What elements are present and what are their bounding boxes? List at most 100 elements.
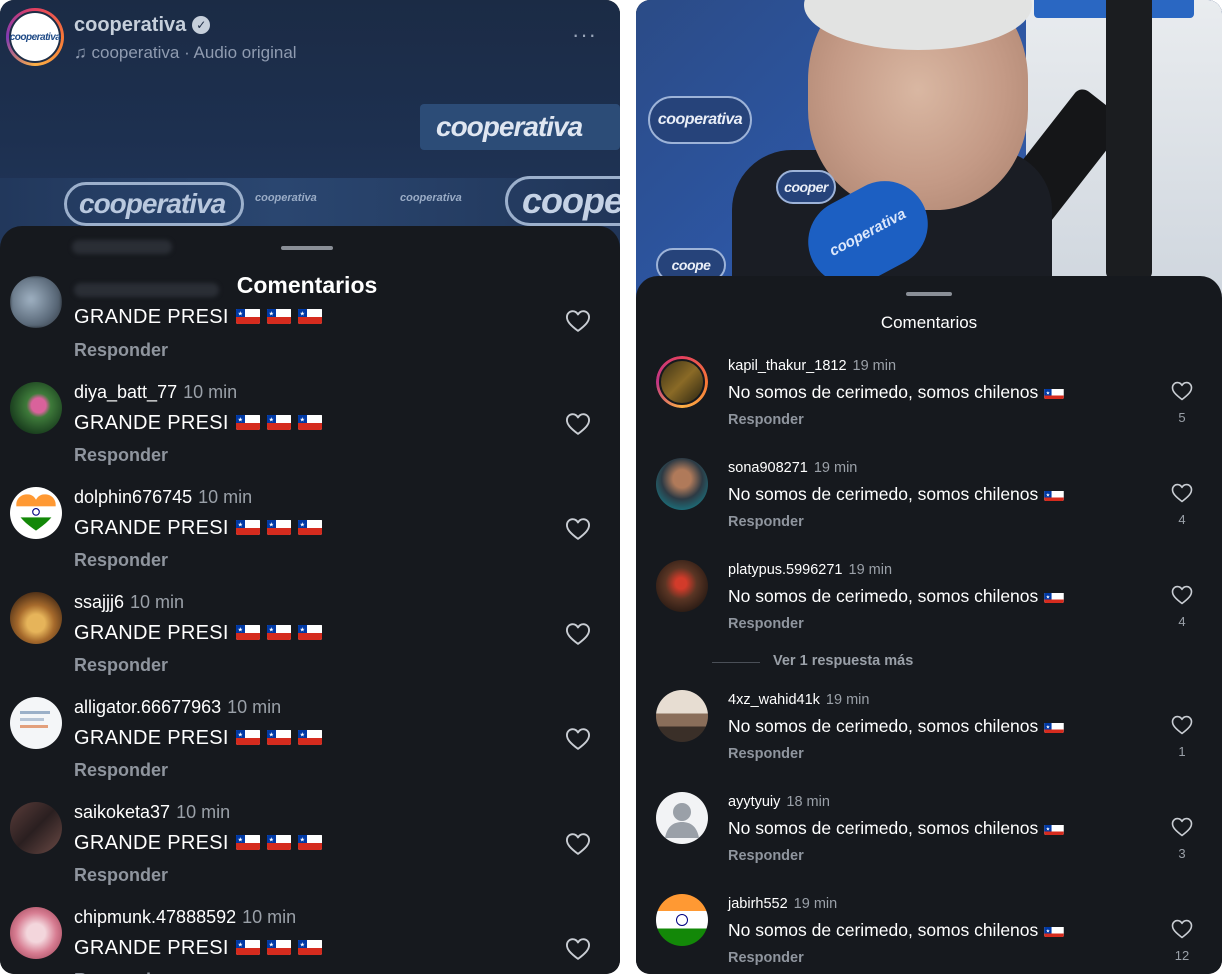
mic-arm: [1106, 0, 1152, 280]
account-name[interactable]: cooperativa ✓: [74, 14, 211, 37]
chile-flag-icon: ★: [235, 308, 260, 324]
like-heart-icon[interactable]: [1170, 583, 1194, 607]
like-count: 1: [1178, 744, 1186, 759]
svg-text:★: ★: [268, 627, 274, 634]
username[interactable]: kapil_thakur_1812: [728, 358, 847, 374]
comment-text-label: No somos de cerimedo, somos chilenos: [728, 586, 1039, 606]
svg-text:★: ★: [268, 732, 274, 739]
reply-button[interactable]: Responder: [728, 412, 804, 428]
sheet-grabber[interactable]: [281, 246, 333, 250]
svg-text:★: ★: [237, 522, 243, 529]
reply-button[interactable]: Responder: [74, 760, 168, 781]
comment-text: GRANDE PRESI ★ ★ ★: [74, 412, 322, 435]
like-heart-icon[interactable]: [1170, 713, 1194, 737]
user-avatar[interactable]: [656, 356, 708, 408]
like-heart-icon[interactable]: [564, 830, 592, 858]
reply-button[interactable]: Responder: [74, 340, 168, 361]
user-avatar[interactable]: [10, 592, 62, 644]
reply-button[interactable]: Responder: [74, 445, 168, 466]
like-heart-icon[interactable]: [1170, 481, 1194, 505]
music-note-icon: ♫: [74, 43, 87, 62]
comment-text: No somos de cerimedo, somos chilenos ★: [728, 716, 1065, 737]
username[interactable]: sona908271: [728, 460, 808, 476]
username[interactable]: diya_batt_77: [74, 382, 177, 402]
comment-text: GRANDE PRESI ★ ★ ★: [74, 517, 322, 540]
like-count: 4: [1178, 614, 1186, 629]
chile-flag-icon: ★: [266, 519, 291, 535]
comment-time: 18 min: [786, 794, 830, 810]
like-heart-icon[interactable]: [564, 307, 592, 335]
reply-button[interactable]: Responder: [728, 616, 804, 632]
reply-button[interactable]: Responder: [74, 655, 168, 676]
comment-time: 10 min: [183, 382, 238, 402]
comment-time: 10 min: [242, 907, 297, 927]
user-avatar[interactable]: [10, 802, 62, 854]
reply-button[interactable]: Responder: [74, 865, 168, 886]
more-options-icon[interactable]: ···: [572, 22, 597, 48]
user-avatar[interactable]: [656, 560, 708, 612]
comment-meta: dolphin676745 10 min: [74, 487, 252, 508]
like-count: 3: [1178, 846, 1186, 861]
reply-button[interactable]: Responder: [74, 550, 168, 571]
comment-meta: diya_batt_77 10 min: [74, 382, 237, 403]
comment-time: 19 min: [813, 460, 858, 476]
svg-text:★: ★: [299, 942, 305, 949]
svg-text:★: ★: [299, 627, 305, 634]
video-background[interactable]: cooperativa cooper coope cooperativa: [636, 0, 1222, 375]
chile-flag-icon: ★: [1044, 590, 1065, 603]
comment-meta: jabirh552 19 min: [728, 896, 837, 912]
username[interactable]: 4xz_wahid41k: [728, 692, 820, 708]
user-avatar[interactable]: [10, 907, 62, 959]
reply-button[interactable]: Responder: [728, 848, 804, 864]
username[interactable]: jabirh552: [728, 896, 788, 912]
account-avatar[interactable]: cooperativa: [6, 8, 64, 66]
username[interactable]: alligator.66677963: [74, 697, 221, 717]
user-avatar[interactable]: [10, 487, 62, 539]
comment-item: diya_batt_77 10 min GRANDE PRESI ★ ★ ★ Respond…: [0, 382, 620, 487]
user-avatar[interactable]: [656, 894, 708, 946]
right-screenshot: cooperativa cooper coope cooperativa Com…: [636, 0, 1222, 974]
chile-flag-icon: ★: [235, 939, 260, 955]
like-heart-icon[interactable]: [564, 725, 592, 753]
reply-button[interactable]: Responder: [728, 950, 804, 966]
like-heart-icon[interactable]: [1170, 815, 1194, 839]
comment-text: No somos de cerimedo, somos chilenos ★: [728, 484, 1065, 505]
username[interactable]: dolphin676745: [74, 487, 192, 507]
user-avatar[interactable]: [10, 382, 62, 434]
like-heart-icon[interactable]: [1170, 917, 1194, 941]
sheet-grabber[interactable]: [906, 292, 952, 296]
username[interactable]: chipmunk.47888592: [74, 907, 236, 927]
reply-button[interactable]: Responder: [728, 746, 804, 762]
svg-text:★: ★: [1046, 724, 1051, 730]
video-logo-small: cooperativa: [400, 192, 462, 204]
like-heart-icon[interactable]: [564, 515, 592, 543]
comment-time: 10 min: [176, 802, 231, 822]
username[interactable]: ssajjj6: [74, 592, 124, 612]
user-avatar[interactable]: [656, 792, 708, 844]
comment-text: No somos de cerimedo, somos chilenos ★: [728, 920, 1065, 941]
like-heart-icon[interactable]: [564, 410, 592, 438]
chile-flag-icon: ★: [266, 414, 291, 430]
reply-button[interactable]: Responder: [728, 514, 804, 530]
comment-text: GRANDE PRESI ★ ★ ★: [74, 622, 322, 645]
like-heart-icon[interactable]: [564, 620, 592, 648]
user-avatar[interactable]: [656, 458, 708, 510]
user-avatar[interactable]: [10, 276, 62, 328]
comment-meta: sona908271 19 min: [728, 460, 857, 476]
user-avatar[interactable]: [656, 690, 708, 742]
user-avatar[interactable]: [10, 697, 62, 749]
audio-line[interactable]: ♫ cooperativa · Audio original: [74, 43, 297, 63]
username[interactable]: saikoketa37: [74, 802, 170, 822]
username[interactable]: platypus.5996271: [728, 562, 843, 578]
comment-item: chipmunk.47888592 10 min GRANDE PRESI ★ ★ ★ Re…: [0, 907, 620, 974]
svg-text:★: ★: [268, 417, 274, 424]
like-heart-icon[interactable]: [564, 935, 592, 963]
comment-text-label: GRANDE PRESI: [74, 412, 229, 434]
svg-text:★: ★: [1046, 826, 1051, 832]
view-more-replies-label: Ver 1 respuesta más: [773, 653, 914, 669]
like-count: 4: [1178, 512, 1186, 527]
left-screenshot: cooperativa cooperativa coope cooperativ…: [0, 0, 620, 974]
reply-button[interactable]: Responder: [74, 970, 168, 974]
username[interactable]: ayytyuiy: [728, 794, 780, 810]
like-heart-icon[interactable]: [1170, 379, 1194, 403]
